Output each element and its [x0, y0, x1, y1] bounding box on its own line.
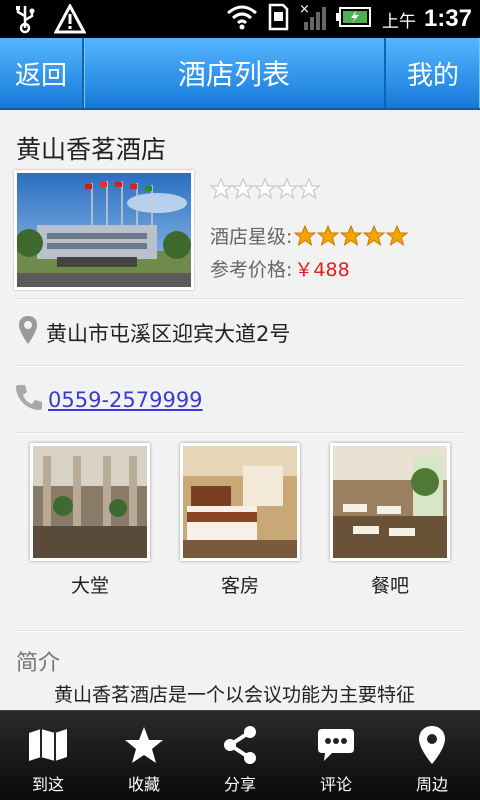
gallery-label: 餐吧: [370, 575, 409, 597]
empty-star-icon: [298, 178, 320, 200]
location-pin-icon: [18, 315, 38, 350]
hotel-detail-content[interactable]: 黄山香茗酒店 酒店星级: 参考价格: ￥488 黄山市屯溪区迎宾大道2号 055…: [0, 110, 480, 710]
divider: [14, 298, 466, 300]
hotel-photo[interactable]: [14, 170, 194, 290]
title-bar: 返回 酒店列表 我的: [0, 38, 480, 110]
star-icon: [124, 725, 164, 765]
empty-star-icon: [210, 178, 232, 200]
empty-star-icon: [232, 178, 254, 200]
gold-star-icon: [363, 224, 386, 246]
user-rating-stars: [210, 178, 320, 200]
intro-text: 黄山香茗酒店是一个以会议功能为主要特征: [54, 684, 416, 706]
phone-link[interactable]: 0559-2579999: [48, 388, 203, 412]
gallery-label: 客房: [220, 575, 259, 597]
tab-label: 评论: [319, 775, 352, 794]
tab-label: 收藏: [127, 775, 160, 794]
phone-row[interactable]: 0559-2579999: [14, 382, 203, 417]
tab-label: 分享: [223, 775, 256, 794]
back-button[interactable]: 返回: [0, 38, 84, 108]
intro-title: 简介: [16, 651, 61, 676]
star-level-stars: [294, 224, 409, 247]
map-icon: [27, 725, 69, 765]
signal-icon: ×: [298, 2, 328, 36]
divider: [14, 432, 466, 434]
phone-icon: [14, 382, 44, 417]
price-label: 参考价格:: [210, 259, 293, 281]
gallery-item-room[interactable]: 客房: [180, 443, 300, 598]
battery-icon: [335, 5, 372, 33]
gold-star-icon: [317, 224, 340, 246]
hotel-name: 黄山香茗酒店: [16, 135, 167, 164]
gallery-item-lobby[interactable]: 大堂: [30, 443, 150, 598]
price-row: 参考价格: ￥488: [210, 255, 350, 282]
tab-label: 周边: [415, 775, 448, 794]
mine-button[interactable]: 我的: [384, 38, 480, 108]
page-title: 酒店列表: [177, 58, 290, 91]
star-level-row: 酒店星级:: [210, 222, 409, 249]
status-clock: 1:37: [423, 5, 472, 32]
lobby-photo[interactable]: [30, 443, 150, 561]
tab-comment[interactable]: 评论: [288, 711, 384, 800]
tab-favorite[interactable]: 收藏: [96, 711, 192, 800]
tab-directions[interactable]: 到这: [0, 711, 96, 800]
location-pin-icon: [418, 725, 446, 765]
status-bar: × 上午 1:37: [0, 0, 480, 38]
dining-photo[interactable]: [330, 443, 450, 561]
status-ampm: 上午: [381, 11, 416, 32]
gallery-label: 大堂: [70, 575, 109, 597]
share-icon: [222, 725, 258, 765]
wifi-icon: [226, 4, 258, 34]
star-level-label: 酒店星级:: [210, 226, 293, 248]
gold-star-icon: [386, 224, 409, 246]
divider: [14, 365, 466, 367]
gold-star-icon: [340, 224, 363, 246]
sd-card-icon: [266, 2, 290, 36]
tab-nearby[interactable]: 周边: [384, 711, 480, 800]
tab-share[interactable]: 分享: [192, 711, 288, 800]
room-photo[interactable]: [180, 443, 300, 561]
warning-icon: [53, 2, 87, 38]
usb-icon: [14, 4, 36, 38]
price-value: ￥488: [294, 259, 350, 281]
address-row[interactable]: 黄山市屯溪区迎宾大道2号: [18, 315, 290, 350]
bottom-tab-bar: 到这 收藏 分享 评论 周边: [0, 710, 480, 800]
svg-text:×: ×: [299, 2, 310, 17]
gold-star-icon: [294, 224, 317, 246]
gallery-item-dining[interactable]: 餐吧: [330, 443, 450, 598]
comment-icon: [316, 725, 356, 765]
address-text: 黄山市屯溪区迎宾大道2号: [46, 321, 291, 346]
empty-star-icon: [254, 178, 276, 200]
tab-label: 到这: [31, 775, 64, 794]
divider: [14, 630, 466, 632]
empty-star-icon: [276, 178, 298, 200]
